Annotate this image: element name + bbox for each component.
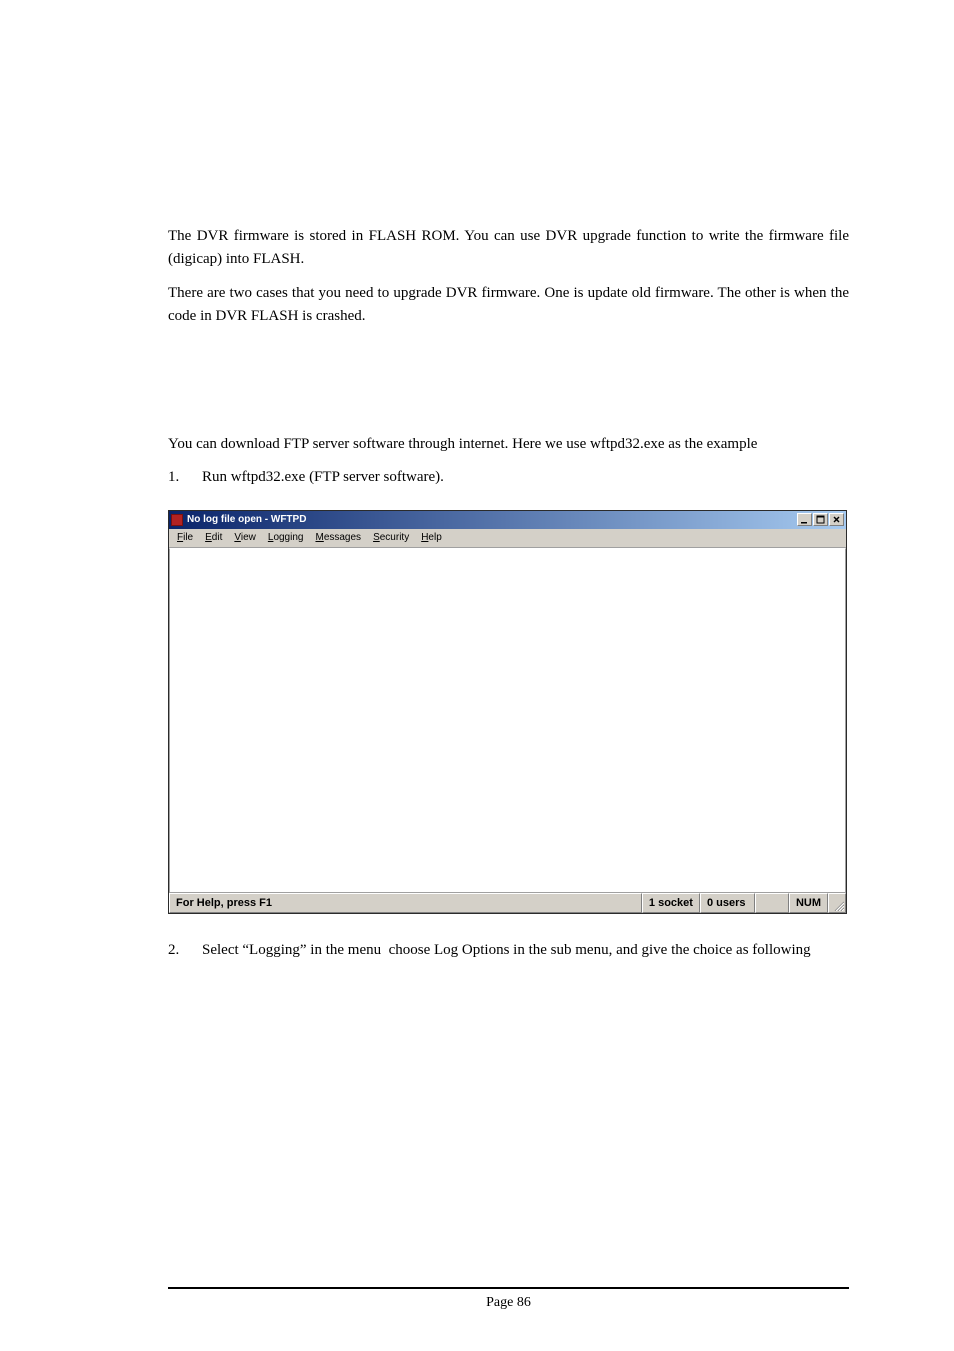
- menu-view[interactable]: View: [228, 532, 262, 543]
- paragraph-2: There are two cases that you need to upg…: [168, 282, 849, 329]
- list-number-2: 2.: [168, 939, 202, 962]
- menu-help[interactable]: Help: [415, 532, 448, 543]
- close-button[interactable]: [829, 513, 844, 526]
- menu-file[interactable]: File: [171, 532, 199, 543]
- page-footer: Page 86: [168, 1287, 849, 1311]
- menubar: File Edit View Logging Messages Security…: [169, 529, 846, 548]
- menu-edit[interactable]: Edit: [199, 532, 228, 543]
- window-title: No log file open - WFTPD: [187, 514, 797, 525]
- status-num: NUM: [789, 893, 828, 913]
- page-number: Page 86: [486, 1295, 531, 1310]
- list-text-2: Select “Logging” in the menu choose Log …: [202, 939, 849, 962]
- status-sockets: 1 socket: [642, 893, 700, 913]
- menu-messages[interactable]: Messages: [309, 532, 367, 543]
- titlebar: No log file open - WFTPD: [169, 511, 846, 529]
- paragraph-1: The DVR firmware is stored in FLASH ROM.…: [168, 225, 849, 272]
- statusbar: For Help, press F1 1 socket 0 users NUM: [169, 893, 846, 913]
- status-help-text: For Help, press F1: [169, 893, 642, 913]
- menu-security[interactable]: Security: [367, 532, 415, 543]
- app-icon: [171, 514, 183, 526]
- list-item-2: 2. Select “Logging” in the menu choose L…: [168, 939, 849, 962]
- app-window: No log file open - WFTPD File Edit View: [168, 510, 847, 914]
- paragraph-3: You can download FTP server software thr…: [168, 433, 849, 456]
- minimize-button[interactable]: [797, 513, 812, 526]
- maximize-button[interactable]: [813, 513, 828, 526]
- status-users: 0 users: [700, 893, 755, 913]
- list-item-1: 1. Run wftpd32.exe (FTP server software)…: [168, 466, 849, 489]
- wftpd-screenshot: No log file open - WFTPD File Edit View: [168, 510, 849, 914]
- status-empty: [755, 893, 789, 913]
- resize-grip-icon[interactable]: [828, 893, 846, 913]
- menu-logging[interactable]: Logging: [262, 532, 310, 543]
- list-number-1: 1.: [168, 466, 202, 489]
- list-text-1: Run wftpd32.exe (FTP server software).: [202, 466, 849, 489]
- client-area: [169, 548, 846, 893]
